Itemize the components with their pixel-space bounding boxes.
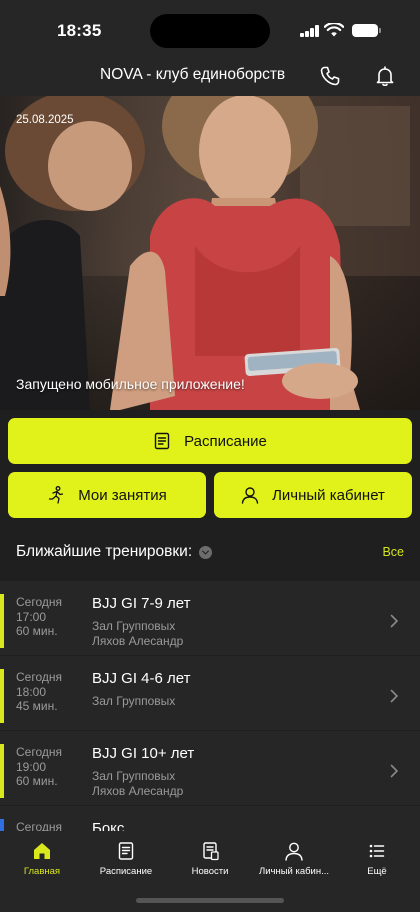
training-duration: 45 мин. (16, 699, 58, 713)
training-when: Сегодня 17:00 60 мин. (16, 595, 62, 639)
training-hall: Зал Групповых (92, 694, 176, 708)
schedule-button[interactable]: Расписание (8, 418, 412, 464)
training-accent-bar (0, 744, 4, 798)
training-coach: Ляхов Алесандр (92, 784, 184, 798)
tab-home-label: Главная (23, 866, 61, 877)
chevron-right-icon (390, 614, 399, 628)
home-icon (34, 843, 50, 859)
wifi-icon (324, 23, 344, 37)
cellular-signal-icon (300, 25, 320, 37)
training-row[interactable]: Сегодня 17:00 60 мин. BJJ GI 7-9 лет Зал… (0, 581, 420, 655)
status-bar: 18:35 (0, 0, 420, 60)
training-name: BJJ GI 4-6 лет (92, 670, 191, 687)
app-header: NOVA - клуб единоборств (0, 60, 420, 96)
user-icon (241, 487, 259, 504)
chevron-right-icon (390, 689, 399, 703)
tab-news[interactable]: Новости (180, 841, 240, 877)
banner-caption: Запущено мобильное приложение! (16, 376, 245, 392)
tab-schedule[interactable]: Расписание (90, 841, 162, 877)
training-coach: Ляхов Алесандр (92, 634, 184, 648)
training-time: 17:00 (16, 609, 47, 624)
see-all-link[interactable]: Все (382, 545, 404, 559)
news-banner[interactable]: 25.08.2025 Запущено мобильное приложение… (0, 96, 420, 410)
phone-icon[interactable] (318, 64, 342, 88)
training-row[interactable]: Сегодня 18:00 45 мин. BJJ GI 4-6 лет Зал… (0, 656, 420, 730)
training-when: Сегодня 18:00 45 мин. (16, 670, 62, 714)
tab-news-label: Новости (191, 866, 229, 877)
user-icon (285, 842, 303, 861)
bell-icon[interactable] (373, 64, 397, 88)
chevron-right-icon (390, 764, 399, 778)
battery-icon (352, 24, 381, 37)
training-row[interactable]: Сегодня 19:00 60 мин. BJJ GI 10+ лет Зал… (0, 731, 420, 805)
upcoming-trainings-title-text: Ближайшие тренировки: (16, 543, 193, 560)
training-duration: 60 мин. (16, 774, 58, 788)
training-day: Сегодня (16, 595, 62, 609)
training-hall: Зал Групповых (92, 619, 176, 633)
document-icon (154, 432, 170, 450)
training-day: Сегодня (16, 670, 62, 684)
training-hall: Зал Групповых (92, 769, 176, 783)
training-duration: 60 мин. (16, 624, 58, 638)
tab-schedule-label: Расписание (99, 866, 153, 877)
my-classes-button[interactable]: Мои занятия (8, 472, 206, 518)
upcoming-trainings-title: Ближайшие тренировки: (16, 543, 213, 561)
training-accent-bar (0, 594, 4, 648)
news-icon (203, 842, 219, 861)
dynamic-island (150, 14, 270, 48)
personal-cabinet-button[interactable]: Личный кабинет (214, 472, 412, 518)
training-when: Сегодня 19:00 60 мин. (16, 745, 62, 789)
home-indicator (136, 898, 284, 903)
training-name: BJJ GI 7-9 лет (92, 595, 191, 612)
tab-more-label: Ещё (367, 866, 387, 877)
tab-home[interactable]: Главная (12, 841, 72, 877)
training-day: Сегодня (16, 745, 62, 759)
banner-photo (0, 96, 420, 410)
training-time: 18:00 (16, 684, 47, 699)
personal-cabinet-button-label: Личный кабинет (272, 486, 385, 504)
runner-icon (49, 486, 64, 504)
document-icon (118, 842, 134, 860)
training-name: BJJ GI 10+ лет (92, 745, 195, 762)
training-accent-bar (0, 669, 4, 723)
app-title: NOVA - клуб единоборств (100, 66, 286, 83)
chevron-down-icon[interactable] (199, 545, 213, 559)
tab-personal-cabinet[interactable]: Личный кабин... (250, 841, 338, 877)
schedule-button-label: Расписание (184, 432, 267, 450)
tab-personal-cabinet-label: Личный кабин... (258, 866, 330, 877)
status-time: 18:35 (57, 21, 102, 40)
training-time: 19:00 (16, 759, 47, 774)
tab-more[interactable]: Ещё (352, 841, 402, 877)
menu-list-icon (369, 844, 385, 858)
banner-date: 25.08.2025 (16, 114, 74, 126)
my-classes-button-label: Мои занятия (78, 486, 167, 504)
